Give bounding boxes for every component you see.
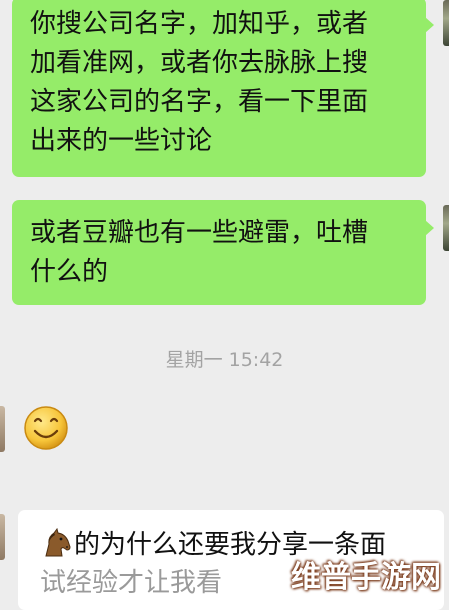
contact-avatar[interactable] [0,514,5,560]
message-text-line: 出来的一些讨论 [30,126,213,156]
message-text-line: 的为什么还要我分享一条面 [40,526,444,564]
chat-timestamp: 星期一 15:42 [165,349,284,371]
site-watermark: 维普手游网 [291,560,441,595]
user-avatar[interactable] [443,205,449,251]
message-text-line: 加看准网，或者你去脉脉上搜 [30,48,369,78]
user-avatar[interactable] [443,0,449,46]
sent-message-bubble[interactable]: 或者豆瓣也有一些避雷，吐槽 什么的 [12,200,434,305]
horse-icon [40,527,72,558]
contact-avatar[interactable] [0,406,5,452]
message-text-line: 什么的 [30,257,109,287]
message-text-line: 这家公司的名字，看一下里面 [30,87,369,117]
message-text-line: 或者豆瓣也有一些避雷，吐槽 [30,218,369,248]
message-text: 的为什么还要我分享一条面 [74,530,387,560]
smiley-face-icon[interactable] [22,404,70,452]
sent-message-bubble[interactable]: 你搜公司名字，加知乎，或者 加看准网，或者你去脉脉上搜 这家公司的名字，看一下里… [12,0,434,177]
message-text-line: 你搜公司名字，加知乎，或者 [30,9,369,39]
